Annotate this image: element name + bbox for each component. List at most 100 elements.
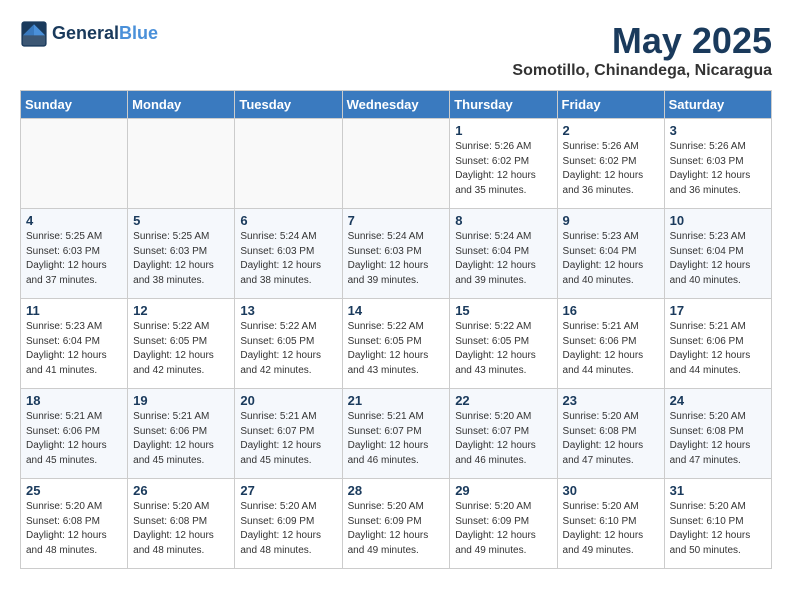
cell-info: Sunrise: 5:22 AM Sunset: 6:05 PM Dayligh…: [348, 320, 445, 378]
day-number: 20: [240, 393, 336, 408]
calendar-cell: [342, 119, 450, 209]
calendar-cell: 1Sunrise: 5:26 AM Sunset: 6:02 PM Daylig…: [450, 119, 557, 209]
cell-info: Sunrise: 5:20 AM Sunset: 6:08 PM Dayligh…: [26, 500, 122, 558]
cell-info: Sunrise: 5:25 AM Sunset: 6:03 PM Dayligh…: [133, 230, 229, 288]
day-number: 7: [348, 213, 445, 228]
cell-info: Sunrise: 5:24 AM Sunset: 6:04 PM Dayligh…: [455, 230, 551, 288]
cell-info: Sunrise: 5:20 AM Sunset: 6:08 PM Dayligh…: [670, 410, 766, 468]
title-block: May 2025 Somotillo, Chinandega, Nicaragu…: [512, 20, 772, 80]
day-number: 23: [563, 393, 659, 408]
day-number: 26: [133, 483, 229, 498]
calendar-cell: 12 Sunrise: 5:22 AM Sunset: 6:05 PM Dayli…: [128, 299, 235, 389]
day-number: 22: [455, 393, 551, 408]
calendar-cell: 28 Sunrise: 5:20 AM Sunset: 6:09 PM Dayli…: [342, 479, 450, 569]
cell-info: Sunrise: 5:21 AM Sunset: 6:06 PM Dayligh…: [133, 410, 229, 468]
calendar-cell: 24Sunrise: 5:20 AM Sunset: 6:08 PM Dayli…: [664, 389, 771, 479]
weekday-header-tuesday: Tuesday: [235, 91, 342, 119]
weekday-header-saturday: Saturday: [664, 91, 771, 119]
cell-info: Sunrise: 5:23 AM Sunset: 6:04 PM Dayligh…: [563, 230, 659, 288]
cell-info: Sunrise: 5:20 AM Sunset: 6:09 PM Dayligh…: [240, 500, 336, 558]
calendar-cell: 27 Sunrise: 5:20 AM Sunset: 6:09 PM Dayli…: [235, 479, 342, 569]
day-number: 30: [563, 483, 659, 498]
cell-info: Sunrise: 5:21 AM Sunset: 6:07 PM Dayligh…: [240, 410, 336, 468]
calendar-cell: 15Sunrise: 5:22 AM Sunset: 6:05 PM Dayli…: [450, 299, 557, 389]
cell-info: Sunrise: 5:26 AM Sunset: 6:02 PM Dayligh…: [455, 140, 551, 198]
day-number: 25: [26, 483, 122, 498]
calendar-cell: 5 Sunrise: 5:25 AM Sunset: 6:03 PM Daylig…: [128, 209, 235, 299]
calendar-week-row: 11 Sunrise: 5:23 AM Sunset: 6:04 PM Dayli…: [21, 299, 772, 389]
day-number: 12: [133, 303, 229, 318]
calendar-subtitle: Somotillo, Chinandega, Nicaragua: [512, 62, 772, 80]
weekday-header-wednesday: Wednesday: [342, 91, 450, 119]
calendar-cell: 8Sunrise: 5:24 AM Sunset: 6:04 PM Daylig…: [450, 209, 557, 299]
calendar-cell: 11 Sunrise: 5:23 AM Sunset: 6:04 PM Dayli…: [21, 299, 128, 389]
cell-info: Sunrise: 5:20 AM Sunset: 6:10 PM Dayligh…: [563, 500, 659, 558]
calendar-cell: 20 Sunrise: 5:21 AM Sunset: 6:07 PM Dayli…: [235, 389, 342, 479]
weekday-header-row: SundayMondayTuesdayWednesdayThursdayFrid…: [21, 91, 772, 119]
cell-info: Sunrise: 5:24 AM Sunset: 6:03 PM Dayligh…: [348, 230, 445, 288]
day-number: 2: [563, 123, 659, 138]
cell-info: Sunrise: 5:26 AM Sunset: 6:02 PM Dayligh…: [563, 140, 659, 198]
cell-info: Sunrise: 5:21 AM Sunset: 6:06 PM Dayligh…: [26, 410, 122, 468]
weekday-header-friday: Friday: [557, 91, 664, 119]
calendar-table: SundayMondayTuesdayWednesdayThursdayFrid…: [20, 90, 772, 569]
cell-info: Sunrise: 5:22 AM Sunset: 6:05 PM Dayligh…: [240, 320, 336, 378]
cell-info: Sunrise: 5:20 AM Sunset: 6:10 PM Dayligh…: [670, 500, 766, 558]
day-number: 17: [670, 303, 766, 318]
day-number: 3: [670, 123, 766, 138]
calendar-title: May 2025: [512, 20, 772, 62]
calendar-cell: 13Sunrise: 5:22 AM Sunset: 6:05 PM Dayli…: [235, 299, 342, 389]
day-number: 28: [348, 483, 445, 498]
cell-info: Sunrise: 5:23 AM Sunset: 6:04 PM Dayligh…: [26, 320, 122, 378]
page-header: GeneralBlue May 2025 Somotillo, Chinande…: [20, 20, 772, 80]
cell-info: Sunrise: 5:22 AM Sunset: 6:05 PM Dayligh…: [455, 320, 551, 378]
calendar-week-row: 1Sunrise: 5:26 AM Sunset: 6:02 PM Daylig…: [21, 119, 772, 209]
calendar-cell: 16Sunrise: 5:21 AM Sunset: 6:06 PM Dayli…: [557, 299, 664, 389]
cell-info: Sunrise: 5:20 AM Sunset: 6:09 PM Dayligh…: [348, 500, 445, 558]
calendar-cell: 3Sunrise: 5:26 AM Sunset: 6:03 PM Daylig…: [664, 119, 771, 209]
calendar-cell: 19 Sunrise: 5:21 AM Sunset: 6:06 PM Dayli…: [128, 389, 235, 479]
calendar-cell: [21, 119, 128, 209]
cell-info: Sunrise: 5:23 AM Sunset: 6:04 PM Dayligh…: [670, 230, 766, 288]
day-number: 11: [26, 303, 122, 318]
calendar-cell: 31 Sunrise: 5:20 AM Sunset: 6:10 PM Dayli…: [664, 479, 771, 569]
cell-info: Sunrise: 5:20 AM Sunset: 6:08 PM Dayligh…: [563, 410, 659, 468]
cell-info: Sunrise: 5:21 AM Sunset: 6:06 PM Dayligh…: [563, 320, 659, 378]
calendar-cell: 14Sunrise: 5:22 AM Sunset: 6:05 PM Dayli…: [342, 299, 450, 389]
day-number: 5: [133, 213, 229, 228]
day-number: 27: [240, 483, 336, 498]
day-number: 19: [133, 393, 229, 408]
calendar-week-row: 4 Sunrise: 5:25 AM Sunset: 6:03 PM Daylig…: [21, 209, 772, 299]
calendar-cell: [128, 119, 235, 209]
calendar-cell: 17 Sunrise: 5:21 AM Sunset: 6:06 PM Dayli…: [664, 299, 771, 389]
cell-info: Sunrise: 5:20 AM Sunset: 6:08 PM Dayligh…: [133, 500, 229, 558]
calendar-cell: 29 Sunrise: 5:20 AM Sunset: 6:09 PM Dayli…: [450, 479, 557, 569]
weekday-header-sunday: Sunday: [21, 91, 128, 119]
calendar-cell: 18 Sunrise: 5:21 AM Sunset: 6:06 PM Dayli…: [21, 389, 128, 479]
calendar-cell: 21Sunrise: 5:21 AM Sunset: 6:07 PM Dayli…: [342, 389, 450, 479]
calendar-cell: 30 Sunrise: 5:20 AM Sunset: 6:10 PM Dayli…: [557, 479, 664, 569]
calendar-cell: 7 Sunrise: 5:24 AM Sunset: 6:03 PM Daylig…: [342, 209, 450, 299]
day-number: 21: [348, 393, 445, 408]
calendar-cell: 25 Sunrise: 5:20 AM Sunset: 6:08 PM Dayli…: [21, 479, 128, 569]
calendar-cell: 4 Sunrise: 5:25 AM Sunset: 6:03 PM Daylig…: [21, 209, 128, 299]
day-number: 29: [455, 483, 551, 498]
day-number: 10: [670, 213, 766, 228]
calendar-cell: 10 Sunrise: 5:23 AM Sunset: 6:04 PM Dayli…: [664, 209, 771, 299]
day-number: 6: [240, 213, 336, 228]
cell-info: Sunrise: 5:20 AM Sunset: 6:07 PM Dayligh…: [455, 410, 551, 468]
calendar-week-row: 25 Sunrise: 5:20 AM Sunset: 6:08 PM Dayli…: [21, 479, 772, 569]
calendar-cell: [235, 119, 342, 209]
weekday-header-monday: Monday: [128, 91, 235, 119]
logo-text: GeneralBlue: [52, 23, 158, 45]
day-number: 9: [563, 213, 659, 228]
day-number: 4: [26, 213, 122, 228]
day-number: 31: [670, 483, 766, 498]
cell-info: Sunrise: 5:21 AM Sunset: 6:06 PM Dayligh…: [670, 320, 766, 378]
calendar-cell: 6Sunrise: 5:24 AM Sunset: 6:03 PM Daylig…: [235, 209, 342, 299]
cell-info: Sunrise: 5:25 AM Sunset: 6:03 PM Dayligh…: [26, 230, 122, 288]
logo-icon: [20, 20, 48, 48]
cell-info: Sunrise: 5:22 AM Sunset: 6:05 PM Dayligh…: [133, 320, 229, 378]
day-number: 18: [26, 393, 122, 408]
cell-info: Sunrise: 5:20 AM Sunset: 6:09 PM Dayligh…: [455, 500, 551, 558]
